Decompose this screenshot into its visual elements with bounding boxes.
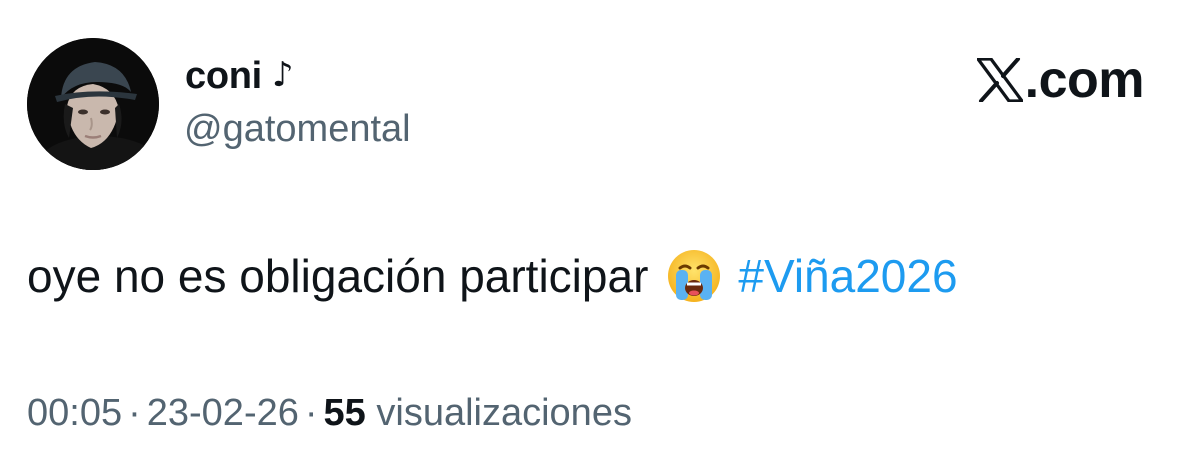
views-label: visualizaciones [376,392,632,434]
tweet-time[interactable]: 00:05 [27,392,122,434]
avatar[interactable] [27,38,159,170]
tweet-body: oye no es obligación participar [27,250,649,302]
tweet-card: coni ♪ @gatomental .com oye no es obliga… [0,0,1200,474]
tweet-date[interactable]: 23-02-26 [147,392,299,434]
loudly-crying-face-icon [666,248,722,304]
meta-separator: · [128,392,141,434]
views-count: 55 [323,392,366,434]
brand-text: .com [1024,51,1145,109]
display-name-row[interactable]: coni ♪ [185,55,294,98]
hashtag-link[interactable]: #Viña2026 [738,249,957,303]
tweet-meta: 00:05 · 23-02-26 · 55 visualizaciones [27,392,632,435]
music-note-icon: ♪ [271,54,294,95]
x-logo-icon [976,58,1023,102]
display-name[interactable]: coni [185,55,262,98]
user-handle[interactable]: @gatomental [184,108,411,151]
meta-separator: · [304,392,318,434]
tweet-text: oye no es obligación participar #Viña202… [27,248,958,304]
profile-photo-icon [27,38,159,170]
x-brand: .com [976,50,1145,110]
